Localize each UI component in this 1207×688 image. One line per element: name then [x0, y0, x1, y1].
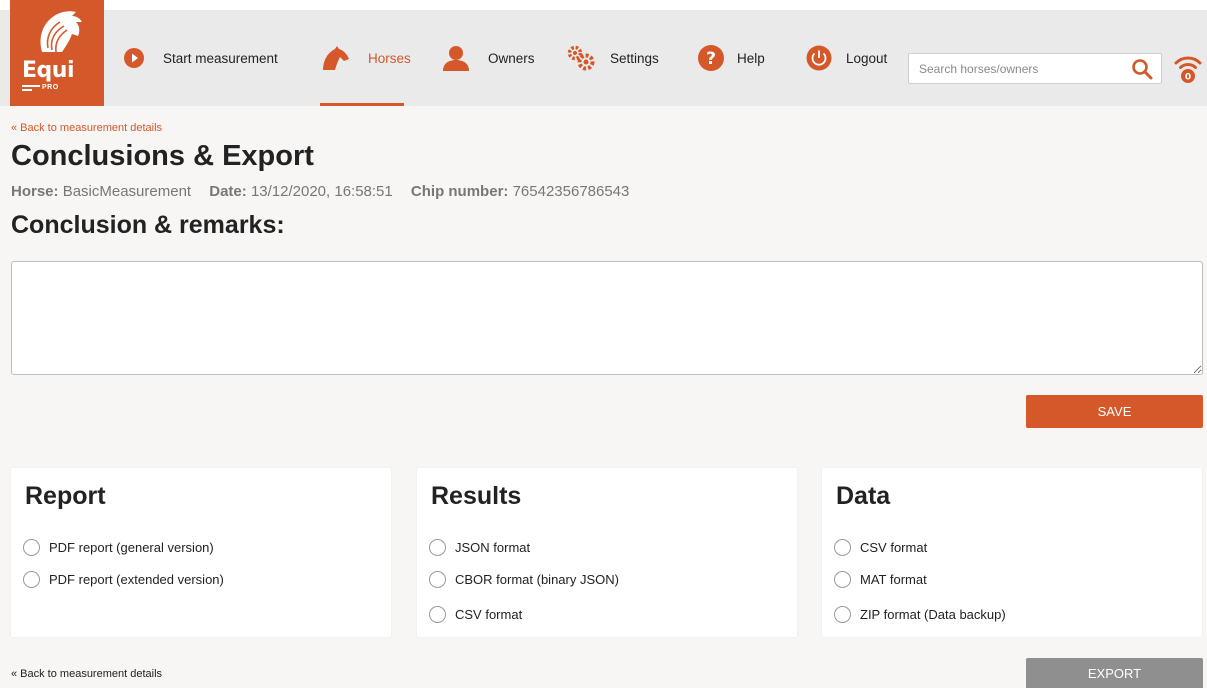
- wifi-count: 0: [1185, 73, 1191, 83]
- radio-button[interactable]: [429, 571, 446, 588]
- nav-settings[interactable]: Settings: [566, 10, 659, 106]
- power-icon: [806, 45, 832, 71]
- person-icon: [442, 44, 470, 72]
- option-data-csv[interactable]: CSV format: [834, 539, 927, 556]
- search-icon[interactable]: [1131, 58, 1153, 85]
- chip-value: 76542356786543: [512, 183, 630, 200]
- active-tab-underline: [320, 103, 404, 106]
- option-label: CSV format: [455, 607, 523, 622]
- search-input[interactable]: [909, 54, 1109, 83]
- question-circle-icon: ?: [697, 44, 725, 72]
- measurement-meta: Horse: BasicMeasurement Date: 13/12/2020…: [11, 183, 629, 200]
- nav-owners[interactable]: Owners: [442, 10, 535, 106]
- wifi-status-icon[interactable]: 0: [1173, 52, 1203, 91]
- nav-label: Owners: [488, 50, 535, 66]
- nav-horses[interactable]: Horses: [320, 10, 411, 106]
- option-zip[interactable]: ZIP format (Data backup): [834, 606, 1006, 623]
- play-circle-icon: [123, 47, 145, 69]
- option-pdf-extended[interactable]: PDF report (extended version): [23, 571, 224, 588]
- option-label: ZIP format (Data backup): [860, 607, 1006, 622]
- nav-start-measurement[interactable]: Start measurement: [123, 10, 278, 106]
- back-to-measurement-link[interactable]: « Back to measurement details: [11, 122, 162, 134]
- option-pdf-general[interactable]: PDF report (general version): [23, 539, 214, 556]
- card-title: Data: [836, 482, 891, 510]
- nav-logout[interactable]: Logout: [806, 10, 887, 106]
- radio-button[interactable]: [834, 606, 851, 623]
- horse-label: Horse:: [11, 183, 59, 200]
- option-label: CSV format: [860, 540, 928, 555]
- report-card: Report PDF report (general version) PDF …: [11, 468, 391, 637]
- option-label: PDF report (extended version): [49, 572, 224, 587]
- option-json[interactable]: JSON format: [429, 539, 530, 556]
- date-value: 13/12/2020, 16:58:51: [250, 183, 393, 200]
- option-mat[interactable]: MAT format: [834, 571, 927, 588]
- search-box: [908, 53, 1162, 84]
- nav-label: Help: [737, 50, 765, 66]
- radio-button[interactable]: [23, 539, 40, 556]
- page-title: Conclusions & Export: [11, 140, 314, 172]
- radio-button[interactable]: [429, 539, 446, 556]
- option-cbor[interactable]: CBOR format (binary JSON): [429, 571, 619, 588]
- date-label: Date:: [209, 183, 247, 200]
- gears-icon: [566, 44, 596, 72]
- option-label: JSON format: [455, 540, 531, 555]
- radio-button[interactable]: [834, 571, 851, 588]
- radio-button[interactable]: [429, 606, 446, 623]
- logo-brand-text: Equi: [22, 58, 74, 83]
- logo-underline-short: [22, 89, 32, 91]
- horse-head-icon: [320, 45, 350, 71]
- nav-help[interactable]: ? Help: [697, 10, 765, 106]
- data-card: Data CSV format MAT format ZIP format (D…: [822, 468, 1202, 637]
- option-label: CBOR format (binary JSON): [455, 572, 619, 587]
- logo-underline: [22, 85, 40, 87]
- nav-label: Settings: [610, 50, 659, 66]
- equi-pro-logo[interactable]: Equi PRO: [10, 0, 104, 106]
- horse-logo-icon: [40, 11, 82, 53]
- option-label: PDF report (general version): [49, 540, 214, 555]
- option-label: MAT format: [860, 572, 927, 587]
- remarks-textarea[interactable]: [11, 261, 1203, 375]
- chip-label: Chip number:: [410, 183, 509, 200]
- results-card: Results JSON format CBOR format (binary …: [417, 468, 797, 637]
- nav-label: Logout: [846, 50, 888, 66]
- radio-button[interactable]: [834, 539, 851, 556]
- top-strip: [0, 0, 1207, 10]
- nav-label: Horses: [368, 50, 411, 66]
- svg-text:?: ?: [706, 49, 716, 69]
- remarks-title: Conclusion & remarks:: [11, 211, 285, 239]
- radio-button[interactable]: [23, 571, 40, 588]
- back-to-measurement-link-bottom[interactable]: « Back to measurement details: [11, 668, 162, 680]
- card-title: Results: [431, 482, 522, 510]
- nav-label: Start measurement: [163, 50, 278, 66]
- save-button[interactable]: SAVE: [1026, 395, 1203, 428]
- export-button[interactable]: EXPORT: [1026, 658, 1203, 688]
- card-title: Report: [25, 482, 106, 510]
- horse-value: BasicMeasurement: [62, 183, 192, 200]
- option-results-csv[interactable]: CSV format: [429, 606, 522, 623]
- logo-pro-text: PRO: [42, 84, 59, 91]
